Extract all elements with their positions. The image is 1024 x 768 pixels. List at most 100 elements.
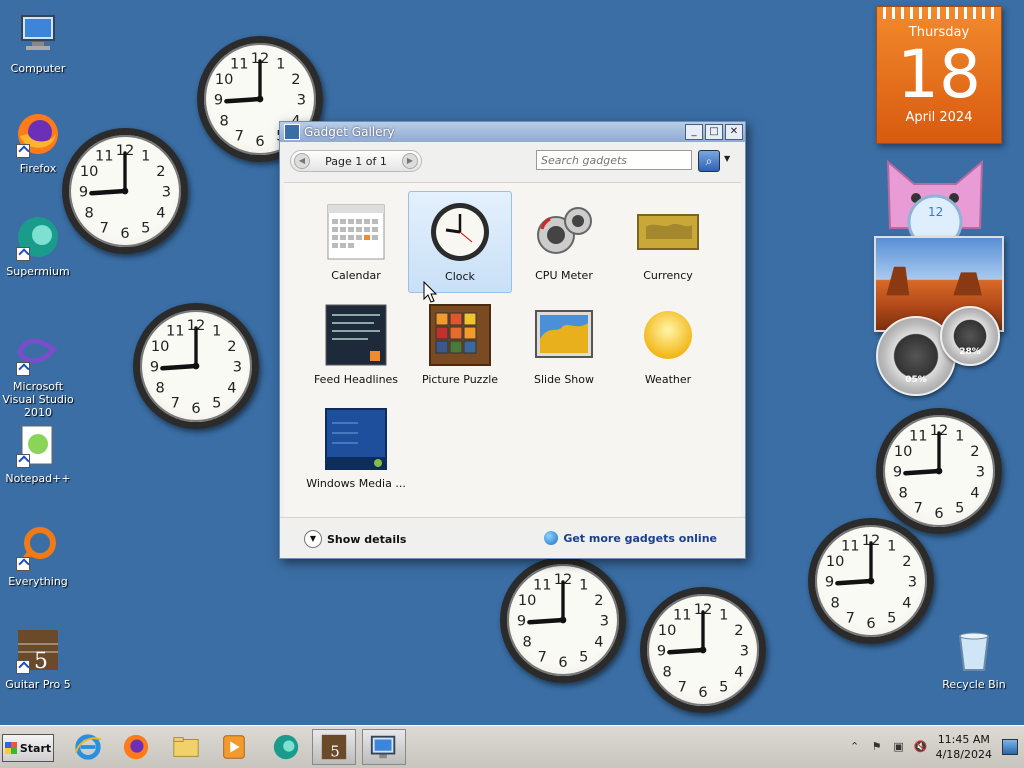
svg-text:5: 5 [330,742,340,760]
clock-numeral: 6 [191,400,200,417]
show-desktop-button[interactable] [1002,739,1018,755]
minimize-button[interactable]: _ [685,124,703,140]
clock-gadget[interactable]: 123456789101112 [62,128,188,254]
clock-numeral: 10 [826,553,845,570]
clock-numeral: 8 [898,484,907,501]
clock-gadget[interactable]: 123456789101112 [808,518,934,644]
clock-numeral: 5 [719,678,728,695]
desktop-icon-computer[interactable]: Computer [0,10,76,75]
taskbar-media-player[interactable] [212,729,256,765]
shortcut-arrow-icon [16,454,30,468]
taskbar-explorer[interactable] [164,729,208,765]
next-page-icon[interactable]: ▶ [402,153,418,169]
close-button[interactable]: ✕ [725,124,743,140]
clock-numeral: 6 [866,615,875,632]
desktop-icon-visual-studio[interactable]: Microsoft Visual Studio 2010 [0,328,76,419]
clock-center-pin [256,95,264,103]
get-more-gadgets-link[interactable]: Get more gadgets online [544,531,717,545]
gadget-tile-calendar[interactable]: Calendar [304,191,408,293]
clock-numeral: 6 [698,684,707,701]
gadget-tile-weather[interactable]: Weather [616,295,720,397]
desktop-icon-everything[interactable]: Everything [0,523,76,588]
clock-numeral: 5 [212,394,221,411]
desktop-icon-notepadpp[interactable]: Notepad++ [0,420,76,485]
window-title: Gadget Gallery [304,125,395,139]
gadget-tile-windows-media-center[interactable]: Windows Media ... [304,399,408,501]
computer-icon [14,10,62,58]
network-icon[interactable]: ▣ [892,740,906,754]
clock-numeral: 2 [227,338,236,355]
chevron-up-icon[interactable]: ⌃ [848,740,862,754]
clock-gadget[interactable]: 123456789101112 [876,408,1002,534]
taskbar-clock[interactable]: 11:45 AM 4/18/2024 [936,732,992,762]
clock-hour-hand [835,578,874,586]
clock-numeral: 11 [95,148,114,165]
volume-muted-icon[interactable]: 🔇 [914,740,928,754]
clock-gadget[interactable]: 123456789101112 [640,587,766,713]
system-tray: ⌃ ⚑ ▣ 🔇 11:45 AM 4/18/2024 [844,730,1018,764]
window-titlebar[interactable]: Gadget Gallery _ □ ✕ [280,122,745,142]
clock-numeral: 2 [291,71,300,88]
clock-numeral: 7 [914,499,923,516]
clock-numeral: 10 [80,163,99,180]
clock-numeral: 10 [658,622,677,639]
supermium-icon [273,734,299,760]
maximize-button[interactable]: □ [705,124,723,140]
gadget-label: Picture Puzzle [421,373,499,386]
clock-gadget[interactable]: 123456789101112 [133,303,259,429]
clock-numeral: 7 [538,648,547,665]
gallery-footer: ▼ Show details Get more gadgets online [280,517,745,558]
gadget-tile-slide-show[interactable]: Slide Show [512,295,616,397]
clock-hour-hand [903,468,942,476]
clock-numeral: 7 [171,394,180,411]
clock-center-pin [699,646,707,654]
gadget-tile-feed-headlines[interactable]: Feed Headlines [304,295,408,397]
search-dropdown-icon[interactable]: ▼ [724,154,730,163]
taskbar-internet-explorer[interactable] [66,729,110,765]
currency-gadget-icon [636,199,700,263]
clock-numeral: 5 [579,648,588,665]
taskbar: Start 5 ⌃ ⚑ ▣ 🔇 11:45 AM 4/18/2024 [0,725,1024,768]
desktop-icon-recycle-bin[interactable]: Recycle Bin [936,626,1012,691]
taskbar-gadget-gallery[interactable] [362,729,406,765]
clock-numeral: 6 [934,505,943,522]
desktop-icon-guitar-pro[interactable]: 5 Guitar Pro 5 [0,626,76,691]
clock-numeral: 3 [297,92,306,109]
desktop-icon-firefox[interactable]: Firefox [0,110,76,175]
taskbar-guitar-pro[interactable]: 5 [312,729,356,765]
memory-usage-value: 28% [959,347,981,358]
windows-logo-icon [4,742,17,754]
clock-numeral: 1 [887,538,896,555]
clock-numeral: 3 [976,464,985,481]
gadget-gallery-window[interactable]: Gadget Gallery _ □ ✕ ◀ Page 1 of 1 ▶ ⌕ ▼… [279,121,746,559]
feed-headlines-gadget-icon [324,303,388,367]
shortcut-arrow-icon [16,247,30,261]
clock-hour-hand [224,96,263,104]
gadget-tile-picture-puzzle[interactable]: Picture Puzzle [408,295,512,397]
clock-gadget[interactable]: 123456789101112 [500,557,626,683]
desktop-icon-supermium[interactable]: Supermium [0,213,76,278]
search-icon[interactable]: ⌕ [698,150,720,172]
gadget-tile-currency[interactable]: Currency [616,191,720,293]
gadget-label: Slide Show [533,373,595,386]
globe-icon [544,531,559,545]
calendar-gadget[interactable]: Thursday 18 April 2024 [876,6,1002,144]
shortcut-arrow-icon [16,144,30,158]
memory-meter-gauge[interactable]: 28% [940,306,1000,366]
flag-icon[interactable]: ⚑ [870,740,884,754]
clock-center-pin [192,362,200,370]
taskbar-firefox[interactable] [114,729,158,765]
prev-page-icon[interactable]: ◀ [294,153,310,169]
notepadpp-icon [14,420,62,468]
guitar-pro-icon: 5 [321,734,347,760]
clock-numeral: 2 [902,553,911,570]
clock-numeral: 5 [955,499,964,516]
clock-numeral: 11 [533,577,552,594]
taskbar-supermium[interactable] [264,729,308,765]
gadget-label: Currency [643,269,693,282]
show-details-button[interactable]: ▼ Show details [304,530,406,548]
gadget-tile-clock[interactable]: Clock [408,191,512,293]
gadget-tile-cpu-meter[interactable]: CPU Meter [512,191,616,293]
start-button[interactable]: Start [2,734,54,762]
search-input[interactable] [536,150,692,170]
